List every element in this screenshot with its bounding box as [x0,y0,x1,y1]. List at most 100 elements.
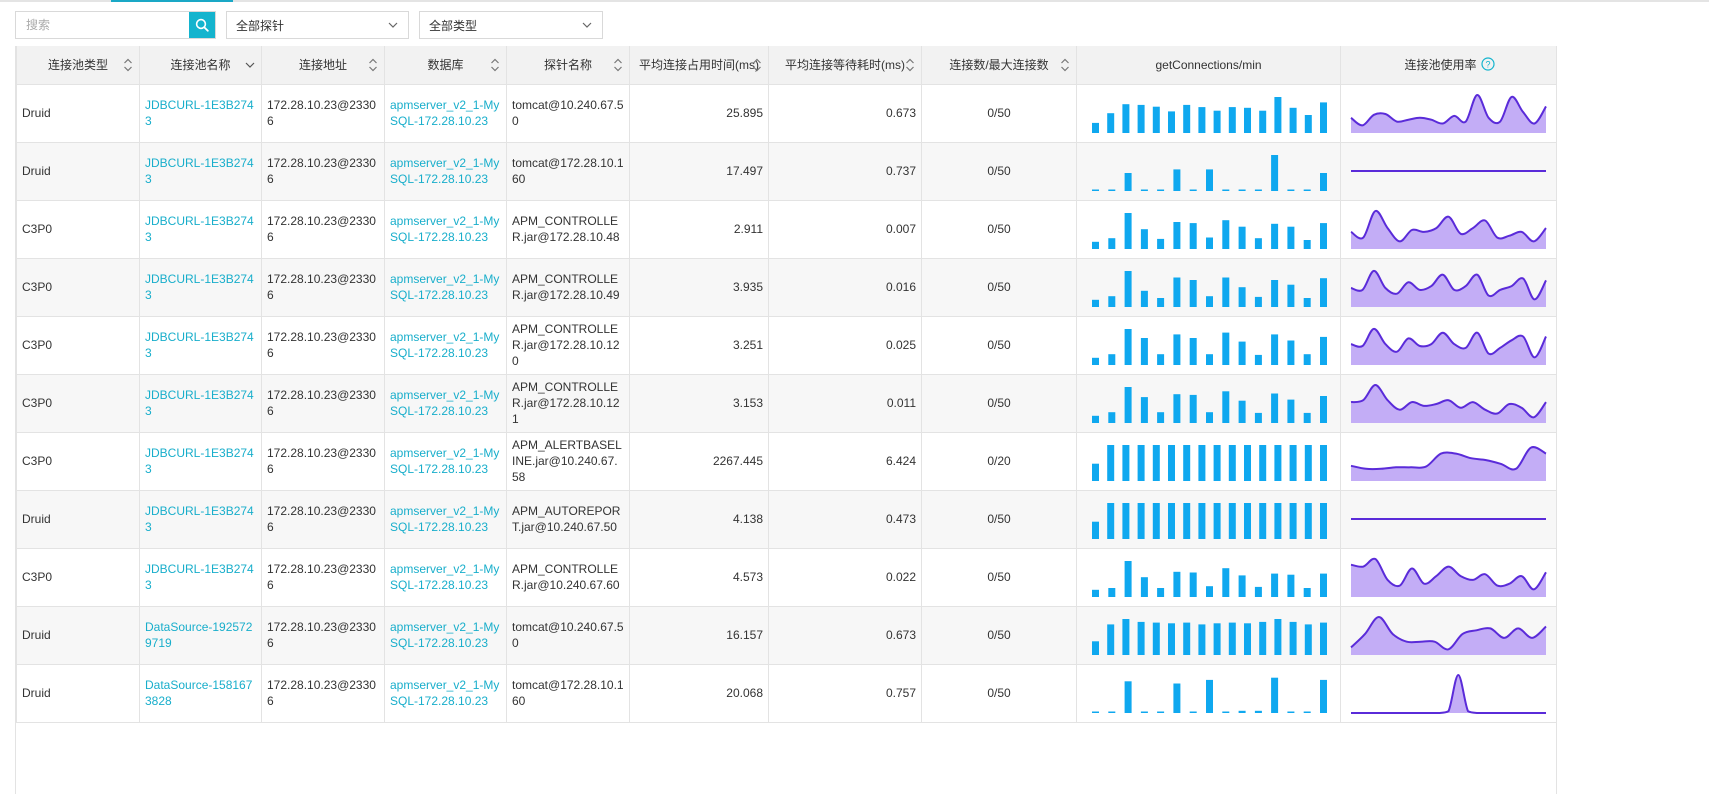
help-icon[interactable]: ? [1480,57,1495,71]
column-header-addr[interactable]: 连接地址 [261,46,385,85]
search-icon [195,18,209,32]
sort-descending-icon[interactable] [245,58,255,72]
table-row[interactable]: C3P0 JDBCURL-1E3B2743 172.28.10.23@23306 ap… [16,431,1556,491]
table-row[interactable]: C3P0 JDBCURL-1E3B2743 172.28.10.23@23306 ap… [16,257,1556,317]
pool-type-cell: C3P0 [16,431,140,491]
getconnections-bar [1320,503,1327,539]
database-link[interactable]: apmserver_v2_1-MySQL-172.28.10.23 [384,431,507,491]
column-header-probe[interactable]: 探针名称 [506,46,630,85]
database-link[interactable]: apmserver_v2_1-MySQL-172.28.10.23 [384,315,507,375]
database-link[interactable]: apmserver_v2_1-MySQL-172.28.10.23 [384,257,507,317]
getconnections-bar [1287,340,1295,365]
connections-cell: 0/50 [921,373,1077,433]
avg-wait-time-cell: 0.673 [768,83,922,143]
sort-icon[interactable] [123,58,133,72]
table-row[interactable]: Druid JDBCURL-1E3B2743 172.28.10.23@23306 a… [16,83,1556,143]
pool-name-link[interactable]: JDBCURL-1E3B2743 [139,83,262,143]
getconnections-bar [1271,155,1279,191]
table-header-row: 连接池类型 连接池名称 连接地址 数据库 探针名称 平均连接占用时间(ms) 平均连接等待耗… [16,46,1556,85]
database-link[interactable]: apmserver_v2_1-MySQL-172.28.10.23 [384,199,507,259]
type-filter-select[interactable]: 全部类型 [419,11,603,39]
database-link[interactable]: apmserver_v2_1-MySQL-172.28.10.23 [384,605,507,665]
pool-type-cell: Druid [16,83,140,143]
usage-sparkline-cell [1340,547,1556,607]
getconnections-bar [1168,623,1175,655]
getconnections-bar [1287,226,1295,249]
table-row[interactable]: C3P0 JDBCURL-1E3B2743 172.28.10.23@23306 ap… [16,373,1556,433]
getconnections-bar [1198,624,1206,655]
column-header-occupy[interactable]: 平均连接占用时间(ms) [629,46,769,85]
getconnections-bar [1238,400,1246,423]
table-row[interactable]: Druid DataSource-1581673828 172.28.10.23@2… [16,663,1556,723]
table-row[interactable]: Druid JDBCURL-1E3B2743 172.28.10.23@23306 a… [16,489,1556,549]
column-header-wait[interactable]: 平均连接等待耗时(ms) [768,46,922,85]
usage-sparkline-cell [1340,83,1556,143]
pool-name-link[interactable]: JDBCURL-1E3B2743 [139,547,262,607]
getconnections-bar-chart [1092,503,1327,539]
getconnections-bar [1183,445,1191,481]
getconnections-bar [1107,445,1115,481]
pool-name-link[interactable]: JDBCURL-1E3B2743 [139,257,262,317]
table-row[interactable]: C3P0 JDBCURL-1E3B2743 172.28.10.23@23306 ap… [16,199,1556,259]
table-row[interactable]: C3P0 JDBCURL-1E3B2743 172.28.10.23@23306 ap… [16,547,1556,607]
search-input[interactable] [16,12,189,38]
getconnections-bar [1320,622,1327,655]
database-link[interactable]: apmserver_v2_1-MySQL-172.28.10.23 [384,489,507,549]
table-row[interactable]: C3P0 JDBCURL-1E3B2743 172.28.10.23@23306 ap… [16,315,1556,375]
sort-icon[interactable] [490,58,500,72]
getconnections-bar [1274,97,1282,133]
getconnections-bar [1198,503,1206,539]
getconnections-bar [1254,354,1262,365]
getconnections-bar [1287,284,1295,307]
getconnections-sparkline-cell [1076,431,1341,491]
pool-type-cell: Druid [16,489,140,549]
database-link[interactable]: apmserver_v2_1-MySQL-172.28.10.23 [384,373,507,433]
table-row[interactable]: Druid DataSource-1925729719 172.28.10.23@2… [16,605,1556,665]
database-link[interactable]: apmserver_v2_1-MySQL-172.28.10.23 [384,547,507,607]
getconnections-bar [1152,106,1160,133]
getconnections-bar [1092,641,1099,655]
getconnections-bar [1303,711,1311,713]
getconnections-bar [1244,623,1251,655]
pool-type-cell: Druid [16,141,140,201]
getconnections-bar [1228,503,1236,539]
column-header-type[interactable]: 连接池类型 [16,46,140,85]
column-header-db[interactable]: 数据库 [384,46,507,85]
database-link[interactable]: apmserver_v2_1-MySQL-172.28.10.23 [384,663,507,723]
pool-name-link[interactable]: JDBCURL-1E3B2743 [139,373,262,433]
pool-name-link[interactable]: JDBCURL-1E3B2743 [139,489,262,549]
avg-occupy-time-cell: 3.935 [629,257,769,317]
getconnections-bar [1289,621,1297,655]
getconnections-bar [1107,624,1115,655]
getconnections-bar [1108,189,1116,191]
top-tab-underline [0,0,1709,2]
pool-name-link[interactable]: JDBCURL-1E3B2743 [139,199,262,259]
pool-name-link[interactable]: JDBCURL-1E3B2743 [139,141,262,201]
probe-name-cell: tomcat@10.240.67.50 [506,83,630,143]
database-link[interactable]: apmserver_v2_1-MySQL-172.28.10.23 [384,83,507,143]
getconnections-bar [1206,412,1213,423]
pool-name-link[interactable]: DataSource-1925729719 [139,605,262,665]
column-header-conn[interactable]: 连接数/最大连接数 [921,46,1077,85]
avg-wait-time-cell: 6.424 [768,431,922,491]
pool-name-link[interactable]: DataSource-1581673828 [139,663,262,723]
sort-icon[interactable] [752,58,762,72]
sort-icon[interactable] [613,58,623,72]
column-header-name[interactable]: 连接池名称 [139,46,262,85]
usage-area-fill [1351,675,1546,713]
getconnections-bar [1287,574,1295,597]
pool-name-link[interactable]: JDBCURL-1E3B2743 [139,315,262,375]
getconnections-sparkline-cell [1076,373,1341,433]
table-row[interactable]: Druid JDBCURL-1E3B2743 172.28.10.23@23306 a… [16,141,1556,201]
getconnections-bar [1320,102,1327,133]
getconnections-bar [1274,503,1282,539]
search-button[interactable] [189,12,215,38]
getconnections-bar [1304,503,1312,539]
database-link[interactable]: apmserver_v2_1-MySQL-172.28.10.23 [384,141,507,201]
sort-icon[interactable] [1060,58,1070,72]
probe-filter-select[interactable]: 全部探针 [226,11,409,39]
sort-icon[interactable] [368,58,378,72]
sort-icon[interactable] [905,58,915,72]
pool-name-link[interactable]: JDBCURL-1E3B2743 [139,431,262,491]
getconnections-bar-chart [1092,213,1327,249]
